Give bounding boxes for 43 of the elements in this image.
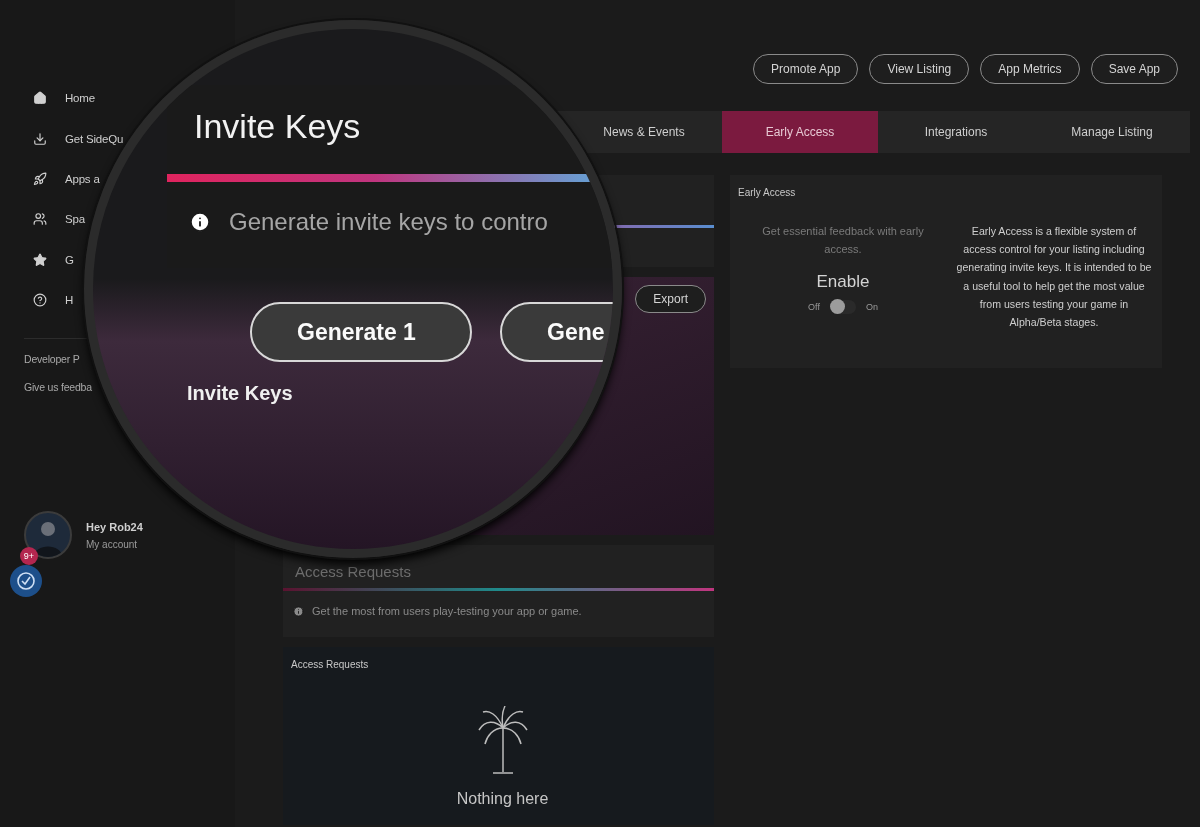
toggle-label: Off [808,302,820,312]
toggle-label: On [865,302,878,312]
header-button[interactable]: View Listing [869,54,970,84]
tab[interactable]: Early Access [722,111,878,153]
sidebar-item[interactable]: Spa [33,199,85,240]
download-icon [33,131,47,146]
people-icon [33,212,47,227]
magnified-label: Invite Keys [187,382,293,405]
sidebar-item[interactable]: G [33,239,74,280]
generate-button[interactable]: Gene [500,302,613,362]
info-text: Get the most from users play-testing your app or game. [312,605,582,617]
enable-switch[interactable] [829,300,856,314]
magnified-info-text: Generate invite keys to contro [229,208,548,236]
export-button[interactable]: Export [635,285,706,313]
notification-badge: 9+ [20,547,38,566]
card-title: Early Access [738,187,796,198]
tab[interactable]: Manage Listing [1034,111,1190,153]
info-icon [189,211,211,233]
generate-button[interactable]: Generate 1 [250,302,472,362]
help-icon [33,293,47,308]
description-text: Early Access is a flexible system of access control for your listing including generating invite keys. It is intended to be a useful tool to help get the most value from users testing your game in Alpha/Beta stages. [955,224,1153,330]
header-button[interactable]: Promote App [753,54,859,84]
section-heading: Access Requests [294,562,411,580]
tab[interactable]: Integrations [878,111,1034,153]
palm-tree-icon [476,706,529,776]
avatar[interactable] [24,511,72,560]
user-greeting: Hey Rob24 [86,520,143,533]
magnified-title: Invite Keys [193,107,361,146]
header-button[interactable]: Save App [1090,54,1178,84]
home-icon [33,91,47,106]
sidebar-link[interactable]: Developer P [24,353,80,366]
toggle-title: Enable [816,272,870,292]
rocket-icon [33,171,47,186]
header-button[interactable]: App Metrics [980,54,1080,84]
check-circle-icon [16,571,36,592]
lead-text: Get essential feedback with early access. [761,224,925,257]
sidebar-item[interactable]: H [33,279,74,321]
empty-state-text: Nothing here [456,790,549,808]
panel-title: Access Requests [291,659,369,670]
sidebar-link[interactable]: Give us feedba [24,381,92,394]
info-icon [293,605,304,617]
star-icon [33,252,47,267]
check-badge-button[interactable] [10,565,42,598]
